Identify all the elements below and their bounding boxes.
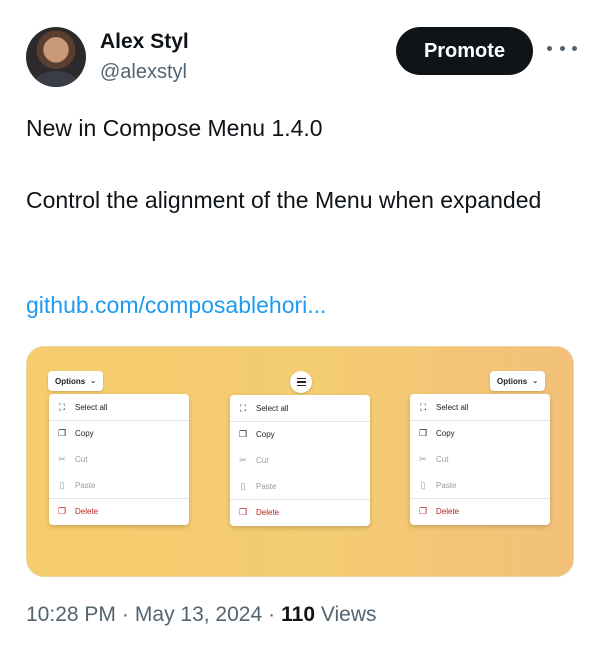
menu-item-label: Select all — [75, 402, 108, 412]
menu-item-label: Paste — [75, 480, 96, 490]
menu-item-label: Select all — [436, 402, 469, 412]
clipboard-icon: ▯ — [240, 480, 246, 491]
options-label: Options — [55, 376, 86, 386]
options-button-right: Options ⌄ — [490, 371, 546, 391]
options-button-left: Options ⌄ — [48, 371, 104, 391]
tweet-date[interactable]: May 13, 2024 — [135, 603, 262, 627]
views-label: Views — [320, 603, 377, 626]
menu-item-delete: ❐ Delete — [49, 498, 189, 524]
copy-icon: ❐ — [238, 428, 248, 439]
author-handle[interactable]: @alexstyl — [100, 61, 187, 84]
promote-button[interactable]: Promote — [396, 27, 533, 75]
tweet-text-line-1: New in Compose Menu 1.4.0 — [26, 115, 323, 141]
menu-item-select-all: ⛶ Select all — [410, 394, 550, 420]
chevron-down-icon: ⌄ — [90, 378, 97, 385]
menu-item-copy: ❐ Copy — [410, 420, 550, 446]
menu-item-select-all: ⛶ Select all — [49, 394, 189, 420]
menu-item-select-all: ⛶ Select all — [230, 395, 370, 421]
menu-item-label: Paste — [256, 481, 277, 491]
menu-right: ⛶ Select all ❐ Copy ✂ Cut ▯ Paste ❐ Delete — [410, 394, 550, 525]
menu-item-label: Cut — [75, 454, 88, 464]
author-name[interactable]: Alex Styl — [100, 30, 189, 54]
menu-item-cut: ✂ Cut — [49, 446, 189, 472]
menu-center: ⛶ Select all ❐ Copy ✂ Cut ▯ Paste ❐ Delete — [230, 395, 370, 526]
menu-item-label: Copy — [256, 429, 275, 439]
avatar-shirt — [34, 71, 78, 87]
menu-item-delete: ❐ Delete — [230, 499, 370, 525]
tweet-header: Alex Styl @alexstyl Promote — [0, 0, 600, 100]
menu-icon — [290, 371, 312, 393]
copy-icon: ❐ — [418, 427, 428, 438]
delete-icon: ❐ — [57, 505, 67, 516]
menu-item-label: Cut — [256, 455, 269, 465]
menu-item-cut: ✂ Cut — [230, 447, 370, 473]
avatar[interactable] — [26, 27, 86, 87]
menu-item-paste: ▯ Paste — [230, 473, 370, 499]
scissors-icon: ✂ — [58, 453, 66, 464]
menu-item-label: Delete — [75, 506, 99, 516]
menu-item-paste: ▯ Paste — [410, 472, 550, 498]
menu-item-copy: ❐ Copy — [49, 420, 189, 446]
select-all-icon: ⛶ — [58, 401, 66, 412]
delete-icon: ❐ — [418, 505, 428, 516]
menu-item-label: Cut — [436, 454, 449, 464]
delete-icon: ❐ — [238, 506, 248, 517]
tweet-meta: 10:28 PM · May 13, 2024 · 110 Views — [26, 603, 377, 627]
menu-item-label: Copy — [436, 428, 455, 438]
meta-separator: · — [121, 603, 129, 626]
chevron-down-icon: ⌄ — [532, 378, 539, 385]
menu-item-paste: ▯ Paste — [49, 472, 189, 498]
tweet-media-image[interactable]: Options ⌄ ⛶ Select all ❐ Copy ✂ Cut ▯ Paste ❐ Del… — [26, 346, 574, 577]
scissors-icon: ✂ — [419, 453, 427, 464]
select-all-icon: ⛶ — [239, 402, 247, 413]
menu-item-label: Copy — [75, 428, 94, 438]
menu-item-label: Select all — [256, 403, 289, 413]
menu-item-copy: ❐ Copy — [230, 421, 370, 447]
copy-icon: ❐ — [57, 427, 67, 438]
select-all-icon: ⛶ — [419, 401, 427, 412]
clipboard-icon: ▯ — [59, 479, 65, 490]
scissors-icon: ✂ — [239, 454, 247, 465]
tweet-link[interactable]: github.com/composablehori... — [26, 292, 326, 319]
menu-item-label: Delete — [436, 506, 460, 516]
tweet-time[interactable]: 10:28 PM — [26, 603, 116, 627]
menu-left: ⛶ Select all ❐ Copy ✂ Cut ▯ Paste ❐ Delete — [49, 394, 189, 525]
menu-item-delete: ❐ Delete — [410, 498, 550, 524]
meta-separator: · — [268, 603, 276, 626]
menu-item-label: Delete — [256, 507, 280, 517]
menu-item-label: Paste — [436, 480, 457, 490]
menu-item-cut: ✂ Cut — [410, 446, 550, 472]
clipboard-icon: ▯ — [420, 479, 426, 490]
more-horizontal-icon[interactable] — [547, 36, 577, 60]
views-count: 110 — [281, 603, 316, 626]
options-label: Options — [497, 376, 528, 386]
tweet-text-line-2: Control the alignment of the Menu when e… — [26, 187, 542, 213]
